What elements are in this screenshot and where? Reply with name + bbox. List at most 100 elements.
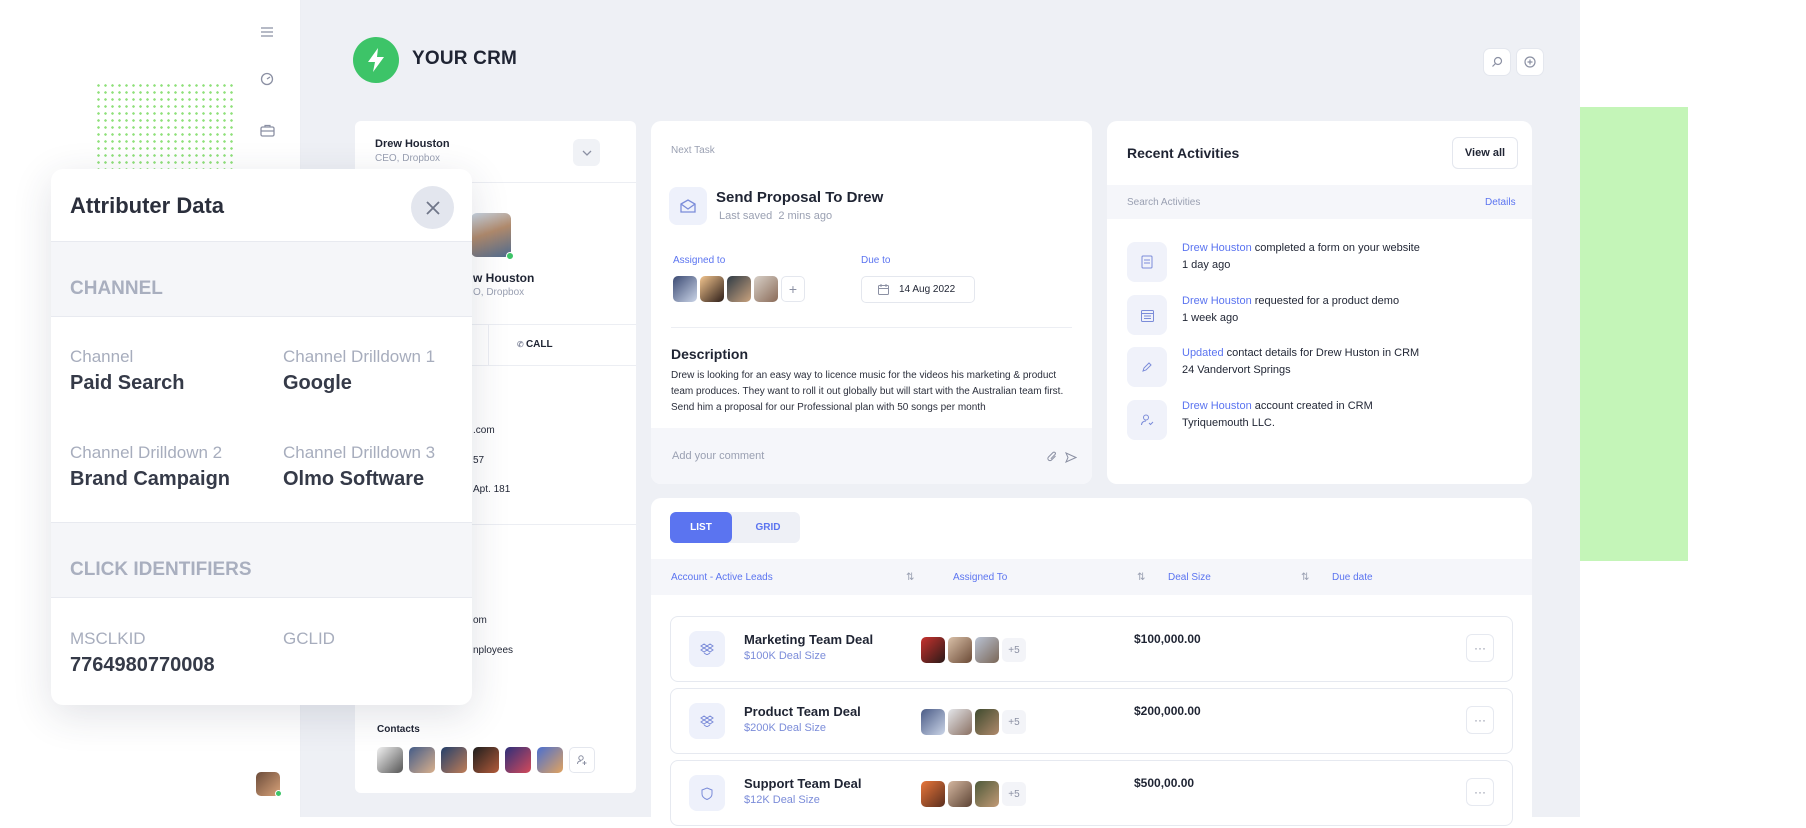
activity-link[interactable]: Drew Houston [1182, 400, 1252, 412]
search-activities-input[interactable]: Search Activities [1127, 197, 1200, 208]
contact-avatar[interactable] [409, 747, 435, 773]
company-employees: nployees [473, 645, 514, 656]
activity-item[interactable]: Drew Houston account created in CRM Tyri… [1127, 400, 1517, 444]
contact-avatar[interactable] [377, 747, 403, 773]
envelope-icon [669, 187, 707, 225]
assignee-avatar[interactable] [700, 276, 724, 302]
search-button[interactable] [1483, 48, 1511, 76]
contact-name: Drew Houston [375, 138, 450, 150]
more-options-button[interactable]: ··· [1466, 778, 1494, 806]
sort-icon[interactable]: ⇅ [906, 572, 914, 583]
comment-input[interactable]: Add your comment [672, 450, 764, 462]
send-icon[interactable] [1065, 450, 1078, 468]
assignee-avatar[interactable] [921, 637, 945, 663]
activity-link[interactable]: Drew Houston [1182, 295, 1252, 307]
assignee-avatar[interactable] [948, 781, 972, 807]
activity-link[interactable]: Drew Houston [1182, 242, 1252, 254]
channel-label: Channel [70, 347, 134, 366]
contact-avatar[interactable] [505, 747, 531, 773]
attributer-data-panel: Attributer Data CHANNEL Channel Paid Sea… [51, 169, 472, 705]
task-title[interactable]: Send Proposal To Drew [716, 189, 883, 206]
column-header-deal-size[interactable]: Deal Size [1168, 572, 1211, 583]
assignee-avatar[interactable] [975, 637, 999, 663]
online-status-dot [275, 790, 282, 797]
contact-avatar[interactable] [537, 747, 563, 773]
task-saved-status: Last saved 2 mins ago [719, 210, 833, 222]
more-assignees-badge[interactable]: +5 [1002, 638, 1026, 662]
assignee-avatar[interactable] [921, 781, 945, 807]
assignee-avatar[interactable] [754, 276, 778, 302]
activities-title: Recent Activities [1127, 145, 1240, 161]
description-text: Drew is looking for an easy way to licen… [671, 370, 1064, 413]
activity-meta: 24 Vandervort Springs [1182, 364, 1291, 376]
deal-size-label: $100K Deal Size [744, 650, 826, 662]
attachment-icon[interactable] [1047, 450, 1058, 468]
view-all-button[interactable]: View all [1452, 137, 1518, 169]
column-header-due-date[interactable]: Due date [1332, 572, 1373, 583]
panel-title: Attributer Data [70, 193, 225, 218]
more-assignees-badge[interactable]: +5 [1002, 782, 1026, 806]
grid-view-tab[interactable]: GRID [737, 512, 799, 543]
list-view-tab[interactable]: LIST [670, 512, 732, 543]
assignee-avatar[interactable] [673, 276, 697, 302]
close-button[interactable] [411, 186, 454, 229]
more-assignees-badge[interactable]: +5 [1002, 710, 1026, 734]
more-options-button[interactable]: ··· [1466, 634, 1494, 662]
column-header-assigned[interactable]: Assigned To [953, 572, 1007, 583]
deal-name: Marketing Team Deal [744, 632, 874, 647]
deal-row[interactable]: Support Team Deal $12K Deal Size +5 $500… [670, 760, 1513, 826]
call-label: CALL [525, 339, 553, 350]
chevron-down-icon [582, 150, 591, 156]
add-button[interactable] [1516, 48, 1544, 76]
comment-bar: Add your comment [651, 428, 1092, 484]
deal-amount: $100,000.00 [1134, 632, 1201, 646]
sort-icon[interactable]: ⇅ [1301, 572, 1309, 583]
assignee-avatar[interactable] [948, 709, 972, 735]
drilldown-1-value: Google [283, 372, 352, 394]
drilldown-2-label: Channel Drilldown 2 [70, 443, 223, 462]
more-options-button[interactable]: ··· [1466, 706, 1494, 734]
contact-avatar[interactable] [473, 747, 499, 773]
assignee-avatar[interactable] [921, 709, 945, 735]
column-header-account[interactable]: Account - Active Leads [671, 572, 773, 583]
activity-text: contact details for Drew Huston in CRM [1223, 347, 1420, 359]
add-contact-button[interactable] [569, 747, 595, 773]
grid-tab-label: GRID [755, 522, 781, 533]
menu-icon[interactable] [257, 22, 277, 42]
contacts-label: Contacts [377, 724, 420, 735]
details-link[interactable]: Details [1485, 197, 1516, 208]
add-user-icon [577, 755, 587, 765]
activity-item[interactable]: Drew Houston completed a form on your we… [1127, 242, 1517, 286]
dropbox-icon [689, 703, 725, 739]
deal-amount: $200,000.00 [1134, 704, 1201, 718]
briefcase-icon[interactable] [257, 120, 277, 140]
assignee-avatar[interactable] [727, 276, 751, 302]
add-assignee-button[interactable]: + [781, 276, 805, 302]
msclkid-label: MSCLKID [70, 629, 146, 648]
sort-icon[interactable]: ⇅ [1137, 572, 1145, 583]
crm-app: YOUR CRM Drew Houston CEO, Dropbox w Hou… [301, 0, 1580, 828]
table-header: Account - Active Leads ⇅ Assigned To ⇅ D… [651, 559, 1532, 595]
activity-item[interactable]: Drew Houston requested for a product dem… [1127, 295, 1517, 339]
due-date-picker[interactable]: 14 Aug 2022 [861, 276, 975, 303]
assignee-avatar[interactable] [975, 781, 999, 807]
logo-bolt-icon [353, 37, 399, 83]
user-account-icon [1127, 400, 1167, 440]
due-to-label: Due to [861, 255, 891, 266]
deal-row[interactable]: Product Team Deal $200K Deal Size +5 $20… [670, 688, 1513, 754]
click-identifiers-section-header: CLICK IDENTIFIERS [51, 522, 472, 598]
assignee-avatar[interactable] [975, 709, 999, 735]
recent-activities-card: Recent Activities View all Search Activi… [1107, 121, 1532, 484]
gclid-label: GCLID [283, 629, 335, 648]
channel-value: Paid Search [70, 372, 185, 394]
contact-avatar[interactable] [441, 747, 467, 773]
call-button[interactable]: ✆ CALL [517, 339, 553, 350]
contact-dropdown-button[interactable] [573, 139, 600, 166]
dashboard-icon[interactable] [257, 69, 277, 89]
activity-text: account created in CRM [1251, 400, 1373, 412]
assignee-avatar[interactable] [948, 637, 972, 663]
deal-row[interactable]: Marketing Team Deal $100K Deal Size +5 $… [670, 616, 1513, 682]
activity-link[interactable]: Updated [1182, 347, 1224, 359]
activity-text: completed a form on your website [1251, 242, 1420, 254]
activity-item[interactable]: Updated contact details for Drew Huston … [1127, 347, 1517, 391]
